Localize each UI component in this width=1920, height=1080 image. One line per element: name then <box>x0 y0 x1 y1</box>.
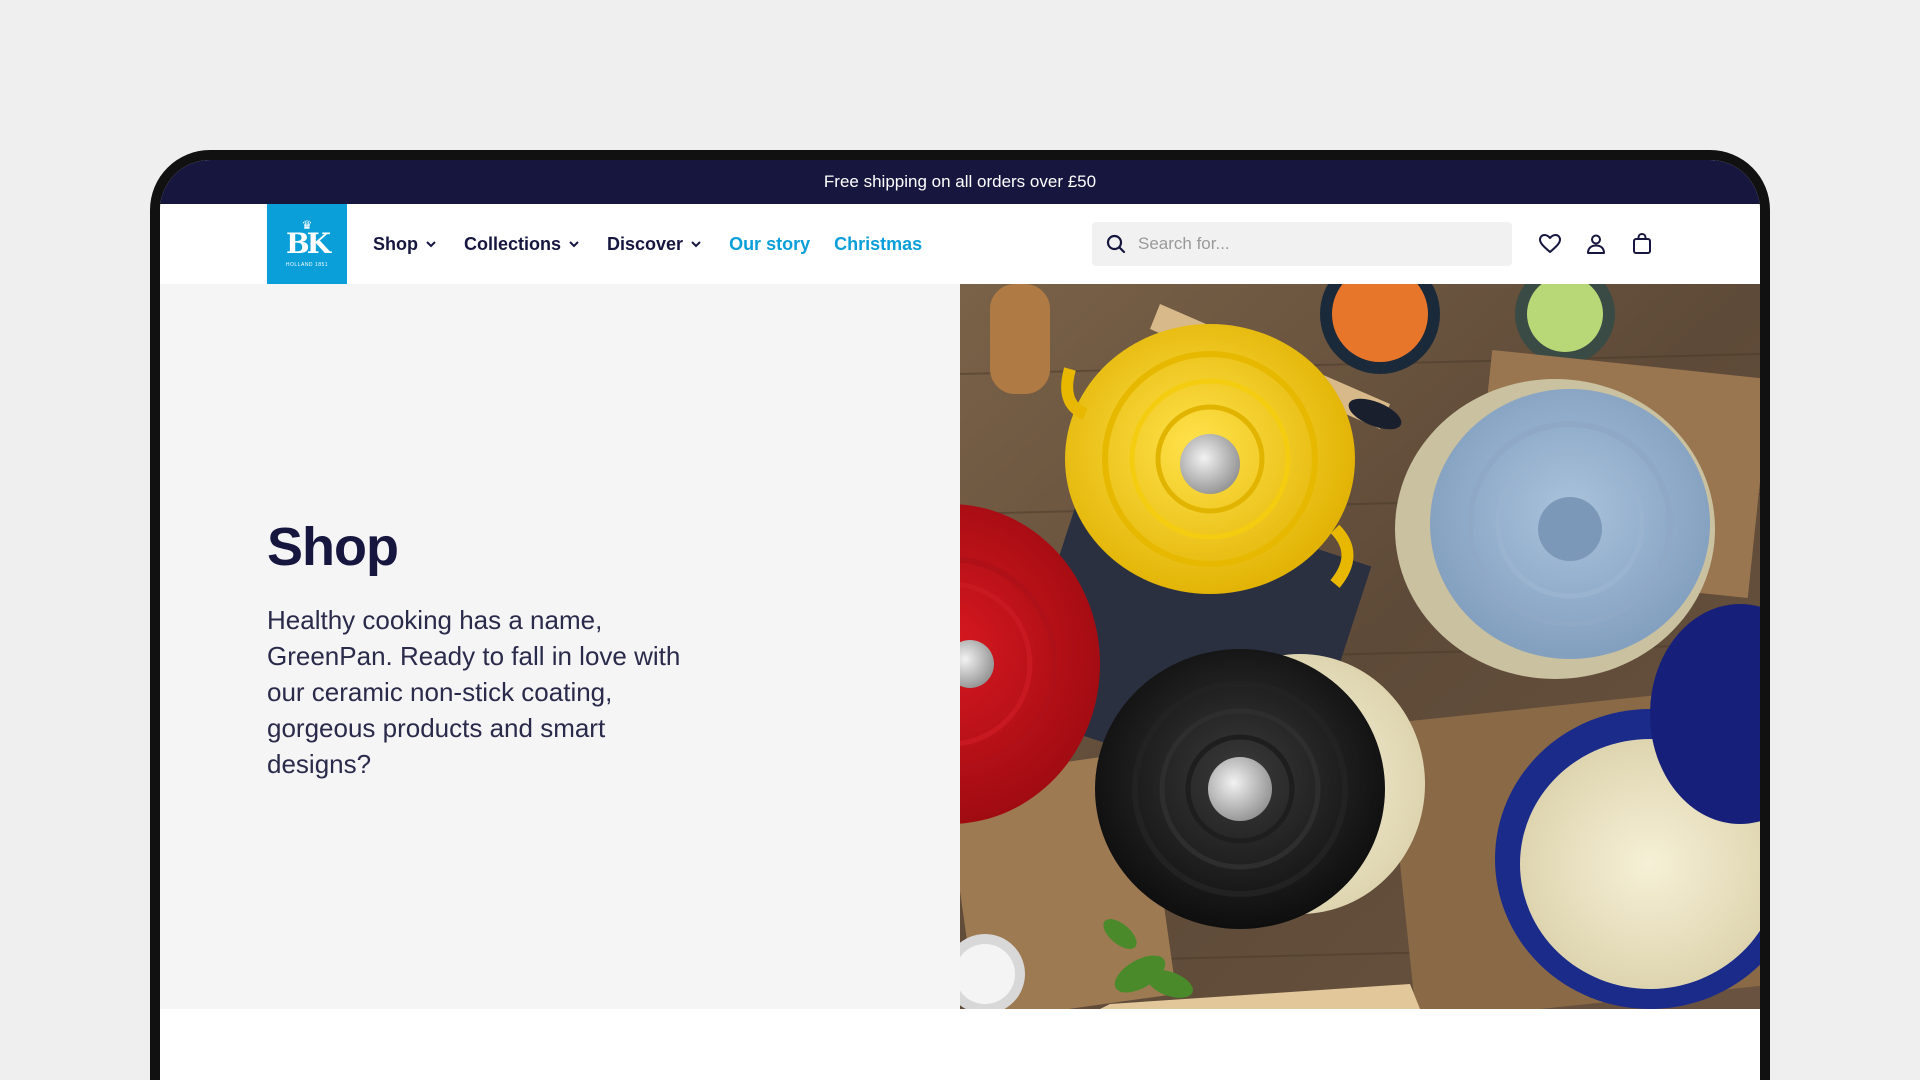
site-header: ♛ BK HOLLAND 1851 Shop Collections Disco… <box>160 204 1760 284</box>
search-bar[interactable] <box>1092 222 1512 266</box>
hero-image <box>960 284 1760 1009</box>
page-title: Shop <box>267 517 399 577</box>
nav-collections[interactable]: Collections <box>464 234 579 255</box>
nav-our-story[interactable]: Our story <box>729 234 810 255</box>
chevron-down-icon <box>569 241 579 248</box>
nav-christmas[interactable]: Christmas <box>834 234 922 255</box>
announcement-bar: Free shipping on all orders over £50 <box>160 160 1760 204</box>
bag-icon <box>1633 232 1651 254</box>
announcement-text: Free shipping on all orders over £50 <box>823 172 1097 191</box>
nav-collections-label: Collections <box>464 233 562 254</box>
below-fold-section <box>160 1009 1760 1080</box>
nav-discover-label: Discover <box>607 233 684 254</box>
main-nav: Shop Collections Discover Our story Chri… <box>373 204 946 284</box>
search-input[interactable] <box>1138 234 1498 254</box>
search-icon <box>1106 234 1126 254</box>
cookware-photo <box>960 284 1760 1009</box>
user-icon <box>1587 234 1605 254</box>
logo-mark: BK <box>285 227 331 260</box>
wishlist-button[interactable] <box>1538 232 1562 256</box>
nav-shop-label: Shop <box>373 233 418 254</box>
header-actions <box>1538 232 1654 256</box>
chevron-down-icon <box>691 241 701 248</box>
hero-text-panel: Shop Healthy cooking has a name, GreenPa… <box>160 284 960 1009</box>
nav-shop[interactable]: Shop <box>373 234 436 255</box>
account-button[interactable] <box>1584 232 1608 256</box>
nav-discover[interactable]: Discover <box>607 234 701 255</box>
cart-button[interactable] <box>1630 232 1654 256</box>
hero-section: Shop Healthy cooking has a name, GreenPa… <box>160 284 1760 1009</box>
brand-logo[interactable]: ♛ BK HOLLAND 1851 <box>267 204 347 284</box>
browser-screen: Free shipping on all orders over £50 ♛ B… <box>160 160 1760 1080</box>
hero-description: Healthy cooking has a name, GreenPan. Re… <box>267 605 681 779</box>
logo-subtitle: HOLLAND 1851 <box>285 262 329 268</box>
chevron-down-icon <box>426 241 436 248</box>
device-frame: Free shipping on all orders over £50 ♛ B… <box>150 150 1770 1080</box>
heart-icon <box>1539 234 1561 253</box>
